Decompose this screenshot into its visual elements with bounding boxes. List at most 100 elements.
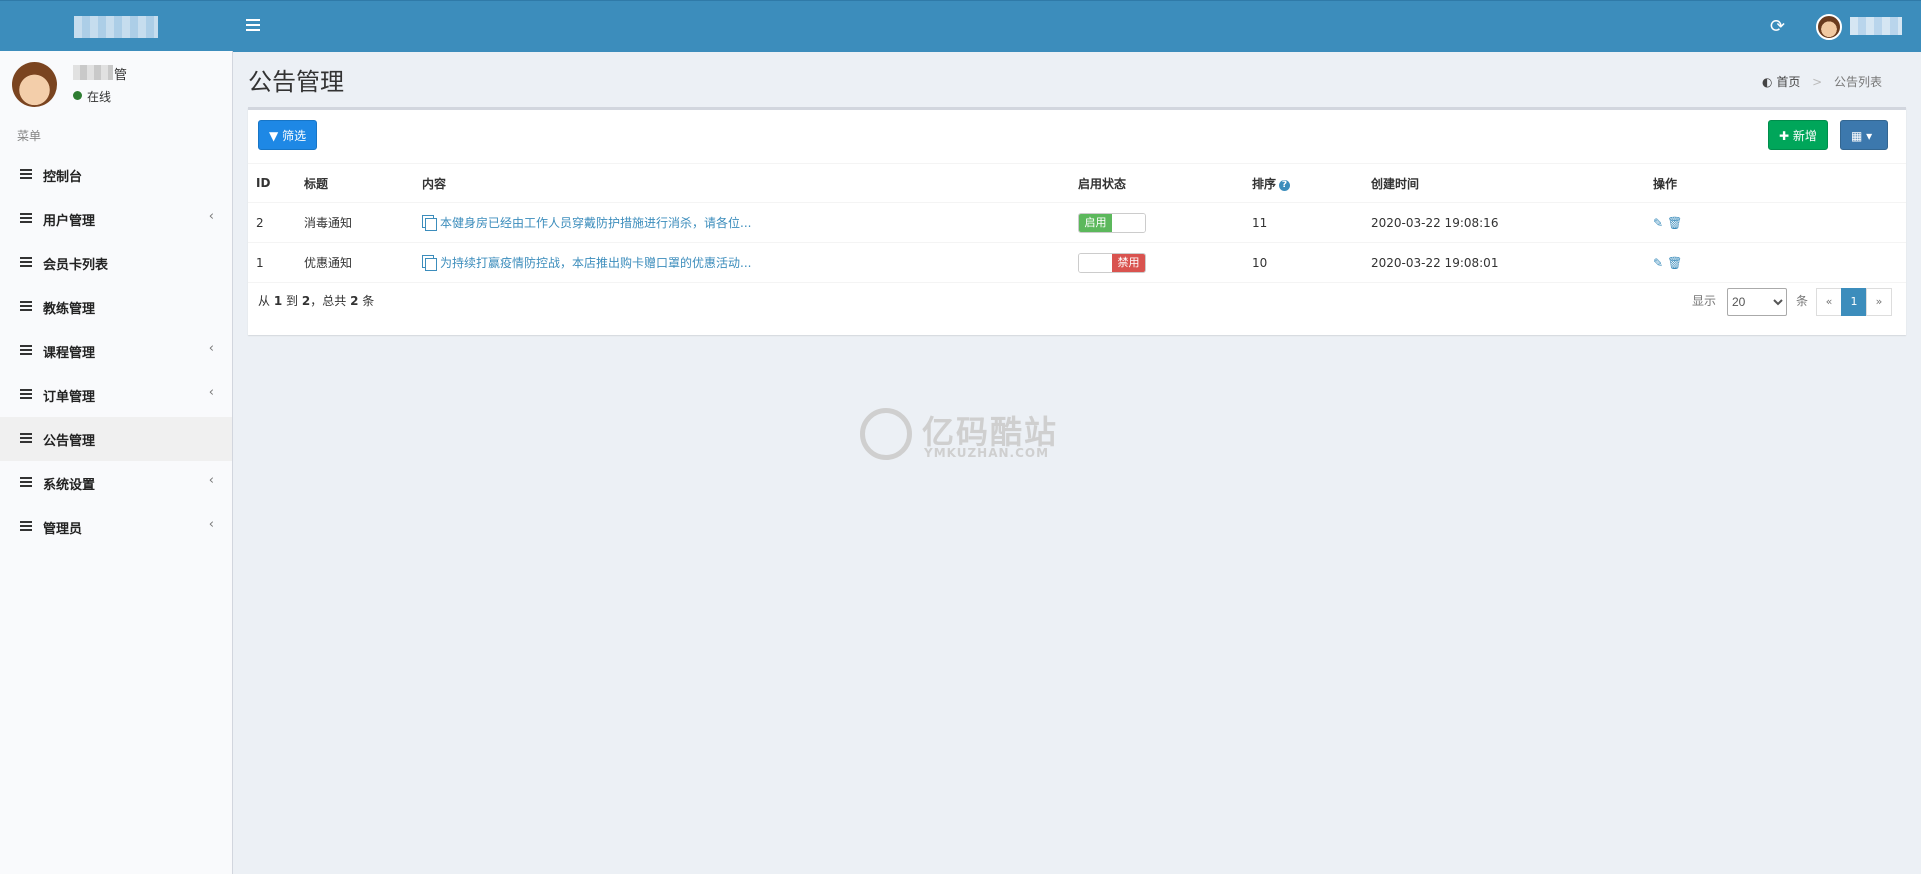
list-icon: [20, 389, 32, 399]
summary-total-word: ，总共: [310, 294, 347, 308]
sidebar-item-label: 课程管理: [43, 346, 96, 361]
refresh-icon[interactable]: ⟳: [1770, 16, 1785, 37]
chevron-left-icon: ‹: [208, 385, 214, 400]
announcement-list-panel: ▼ 筛选 ✚ 新增 ▦ ▾ ID 标题 内容 启用状态 排序? 创建时间 操作 …: [248, 107, 1906, 335]
summary-from: 1: [273, 294, 283, 308]
sidebar-item-label: 教练管理: [43, 302, 96, 317]
sidebar-item-settings[interactable]: 系统设置 ‹: [0, 461, 232, 505]
avatar[interactable]: [1816, 14, 1842, 40]
cell-content: 本健身房已经由工作人员穿戴防护措施进行消杀，请各位...: [414, 202, 1070, 243]
cell-title: 优惠通知: [296, 242, 414, 283]
announcement-table: ID 标题 内容 启用状态 排序? 创建时间 操作 2 消毒通知 本健身房已经由…: [248, 163, 1906, 283]
breadcrumb-separator: >: [1812, 75, 1823, 89]
chevron-left-icon: ‹: [208, 341, 214, 356]
trash-icon[interactable]: 🗑: [1667, 256, 1682, 270]
edit-icon[interactable]: ✎: [1653, 256, 1663, 270]
filter-button-label: 筛选: [282, 129, 307, 143]
column-header-created[interactable]: 创建时间: [1363, 163, 1645, 203]
sidebar-item-coaches[interactable]: 教练管理: [0, 285, 232, 329]
sidebar-item-orders[interactable]: 订单管理 ‹: [0, 373, 232, 417]
columns-dropdown-button[interactable]: ▦ ▾: [1840, 120, 1888, 150]
dashboard-icon: ◐: [1762, 75, 1773, 89]
add-button[interactable]: ✚ 新增: [1768, 120, 1828, 150]
copy-icon[interactable]: [422, 255, 437, 271]
cell-created: 2020-03-22 19:08:01: [1363, 242, 1645, 283]
breadcrumb-current: 公告列表: [1834, 75, 1883, 89]
summary-total: 2: [350, 294, 359, 308]
list-icon: [20, 301, 32, 311]
list-icon: [20, 345, 32, 355]
list-icon: [20, 477, 32, 487]
status-toggle-off-label: 禁用: [1112, 253, 1145, 272]
list-icon: [20, 213, 32, 223]
sidebar-item-dashboard[interactable]: 控制台: [0, 153, 232, 197]
cell-id: 1: [248, 242, 296, 283]
table-row: 2 消毒通知 本健身房已经由工作人员穿戴防护措施进行消杀，请各位... 启用 1…: [248, 202, 1906, 243]
sidebar-item-users[interactable]: 用户管理 ‹: [0, 197, 232, 241]
sidebar-item-label: 订单管理: [43, 390, 96, 405]
cell-actions: ✎ 🗑: [1645, 242, 1906, 283]
breadcrumb: ◐ 首页 > 公告列表: [1762, 73, 1882, 90]
chevron-left-icon: ‹: [208, 209, 214, 224]
page-1-button[interactable]: 1: [1841, 288, 1867, 316]
filter-button[interactable]: ▼ 筛选: [258, 120, 318, 150]
content-link[interactable]: 本健身房已经由工作人员穿戴防护措施进行消杀，请各位...: [440, 216, 751, 230]
sidebar-avatar: [12, 62, 57, 107]
column-header-id[interactable]: ID: [248, 163, 296, 203]
chevron-left-icon: ‹: [208, 517, 214, 532]
online-status: 在线: [87, 90, 112, 104]
column-header-sort[interactable]: 排序?: [1244, 163, 1363, 203]
cell-actions: ✎ 🗑: [1645, 202, 1906, 243]
table-row: 1 优惠通知 为持续打赢疫情防控战，本店推出购卡赠口罩的优惠活动... 禁用 1…: [248, 242, 1906, 283]
trash-icon[interactable]: 🗑: [1667, 216, 1682, 230]
sidebar-toggle-icon[interactable]: [246, 19, 260, 31]
content-link[interactable]: 为持续打赢疫情防控战，本店推出购卡赠口罩的优惠活动...: [440, 256, 751, 270]
cell-created: 2020-03-22 19:08:16: [1363, 202, 1645, 243]
column-header-content[interactable]: 内容: [414, 163, 1070, 203]
status-toggle[interactable]: 启用: [1078, 212, 1146, 233]
sidebar-item-label: 管理员: [43, 522, 83, 537]
list-icon: [20, 433, 32, 443]
logo[interactable]: [74, 16, 158, 38]
columns-icon: ▦ ▾: [1851, 129, 1873, 143]
sidebar-item-label: 公告管理: [43, 434, 96, 449]
sidebar-item-admins[interactable]: 管理员 ‹: [0, 505, 232, 549]
online-status-icon: [73, 91, 82, 100]
page-size-label: 显示: [1692, 294, 1717, 308]
sidebar-item-label: 控制台: [43, 170, 83, 185]
filter-icon: ▼: [269, 129, 279, 143]
cell-sort: 11: [1244, 202, 1363, 243]
sidebar-item-announcements[interactable]: 公告管理: [0, 417, 232, 461]
menu-header: 菜单: [17, 129, 42, 143]
page-size-unit: 条: [1796, 294, 1809, 308]
watermark-subtitle: YMKUZHAN.COM: [924, 446, 1050, 460]
edit-icon[interactable]: ✎: [1653, 216, 1663, 230]
next-page-button[interactable]: »: [1866, 288, 1892, 316]
summary-to-word: 到: [286, 294, 299, 308]
user-menu[interactable]: [1850, 17, 1902, 35]
watermark-logo: [860, 408, 912, 460]
column-header-title[interactable]: 标题: [296, 163, 414, 203]
chevron-left-icon: ‹: [208, 473, 214, 488]
status-toggle-blank: [1112, 213, 1145, 232]
pagination-summary: 从 1 到 2，总共 2 条: [258, 292, 374, 309]
column-header-status[interactable]: 启用状态: [1070, 163, 1244, 203]
cell-id: 2: [248, 202, 296, 243]
column-header-sort-label: 排序: [1252, 176, 1277, 191]
status-toggle[interactable]: 禁用: [1078, 252, 1146, 273]
sidebar-item-membership-cards[interactable]: 会员卡列表: [0, 241, 232, 285]
cell-sort: 10: [1244, 242, 1363, 283]
copy-icon[interactable]: [422, 215, 437, 231]
cell-title: 消毒通知: [296, 202, 414, 243]
summary-unit: 条: [362, 294, 375, 308]
cell-content: 为持续打赢疫情防控战，本店推出购卡赠口罩的优惠活动...: [414, 242, 1070, 283]
sidebar-menu: 控制台 用户管理 ‹ 会员卡列表 教练管理 课程管理 ‹ 订单管理 ‹ 公告管理…: [0, 153, 232, 549]
sidebar-username-blur: [73, 65, 113, 80]
breadcrumb-home[interactable]: 首页: [1776, 75, 1800, 89]
summary-to: 2: [301, 294, 311, 308]
sidebar-item-courses[interactable]: 课程管理 ‹: [0, 329, 232, 373]
prev-page-button[interactable]: «: [1816, 288, 1842, 316]
sidebar-username: 管: [114, 68, 128, 83]
page-size-select[interactable]: 20: [1727, 288, 1787, 316]
help-icon[interactable]: ?: [1279, 179, 1291, 191]
